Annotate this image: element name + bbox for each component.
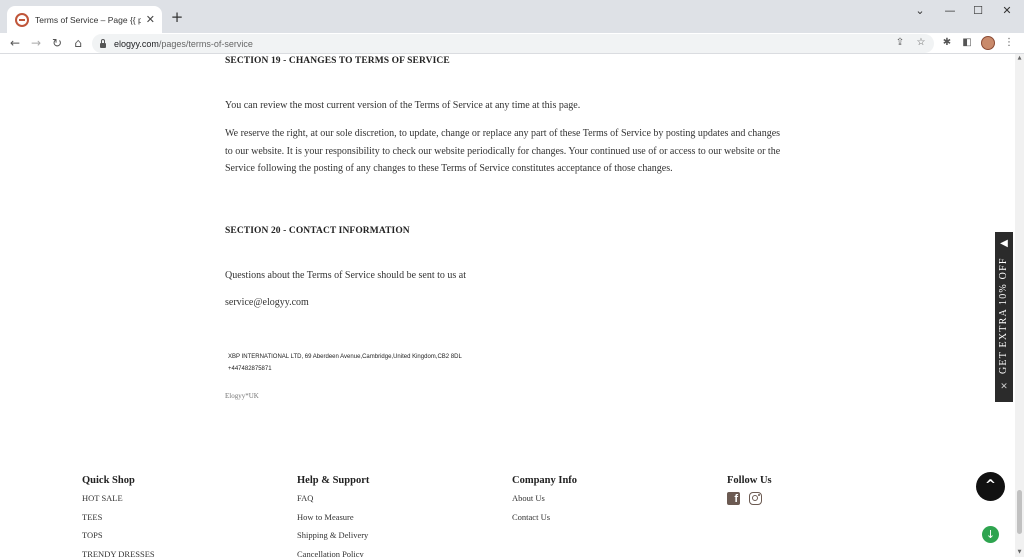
maximize-button[interactable]: ☐ bbox=[967, 3, 989, 19]
company-address: XBP INTERNATIONAL LTD, 69 Aberdeen Avenu… bbox=[228, 354, 462, 360]
section-19-paragraph-2: We reserve the right, at our sole discre… bbox=[225, 128, 781, 174]
promo-label[interactable]: GET EXTRA 10% OFF bbox=[998, 257, 1010, 374]
footer-link-about-us[interactable]: About Us bbox=[512, 490, 577, 508]
url-path: /pages/terms-of-service bbox=[158, 38, 253, 49]
brand-label: Elogyy*UK bbox=[225, 392, 259, 400]
footer-link-tops[interactable]: TOPS bbox=[82, 527, 155, 545]
footer-link-faq[interactable]: FAQ bbox=[297, 490, 369, 508]
back-to-top-button[interactable]: ^ bbox=[976, 472, 1005, 501]
tab-strip: Terms of Service – Page {{ page }} ✕ + ⌄… bbox=[0, 0, 1024, 33]
home-icon[interactable]: ⌂ bbox=[70, 35, 86, 51]
tab-close-icon[interactable]: ✕ bbox=[145, 13, 156, 26]
page-scrollbar[interactable]: ▲ ▼ bbox=[1015, 54, 1024, 557]
footer-quick-shop: Quick Shop HOT SALE TEES TOPS TRENDY DRE… bbox=[82, 473, 155, 557]
browser-toolbar: ← → ↻ ⌂ elogyy.com/pages/terms-of-servic… bbox=[0, 33, 1024, 53]
section-20-paragraph: Questions about the Terms of Service sho… bbox=[225, 270, 467, 281]
lock-icon[interactable] bbox=[100, 38, 106, 48]
tab-search-dropdown-icon[interactable]: ⌄ bbox=[909, 3, 931, 19]
new-tab-button[interactable]: + bbox=[168, 8, 186, 26]
address-bar[interactable]: elogyy.com/pages/terms-of-service ⇪ ☆ bbox=[92, 34, 934, 53]
footer-link-hot-sale[interactable]: HOT SALE bbox=[82, 490, 155, 508]
window-close-button[interactable]: ✕ bbox=[996, 3, 1018, 19]
browser-menu-icon[interactable]: ⋮ bbox=[1001, 35, 1017, 51]
share-icon[interactable]: ⇪ bbox=[892, 35, 908, 51]
section-19-heading: SECTION 19 - CHANGES TO TERMS OF SERVICE bbox=[225, 56, 450, 66]
footer-link-contact-us[interactable]: Contact Us bbox=[512, 509, 577, 527]
extensions-puzzle-icon[interactable]: ✱ bbox=[939, 35, 955, 51]
url-domain: elogyy.com bbox=[114, 38, 159, 49]
company-phone: +447482875871 bbox=[228, 366, 272, 372]
promo-close-icon[interactable]: ✕ bbox=[995, 382, 1013, 392]
toolbar-divider bbox=[0, 53, 1024, 54]
scroll-up-arrow-icon[interactable]: ▲ bbox=[1015, 54, 1024, 63]
facebook-icon[interactable]: f bbox=[727, 492, 740, 505]
url-text: elogyy.com/pages/terms-of-service bbox=[114, 39, 253, 49]
scroll-thumb[interactable] bbox=[1017, 490, 1022, 534]
back-arrow-icon[interactable]: ← bbox=[7, 35, 23, 51]
footer-link-trendy-dresses[interactable]: TRENDY DRESSES bbox=[82, 546, 155, 557]
footer-help-support: Help & Support FAQ How to Measure Shippi… bbox=[297, 473, 369, 557]
reload-icon[interactable]: ↻ bbox=[49, 35, 65, 51]
browser-tab[interactable]: Terms of Service – Page {{ page }} ✕ bbox=[7, 6, 162, 33]
tab-title: Terms of Service – Page {{ page }} bbox=[35, 14, 141, 25]
footer-heading: Help & Support bbox=[297, 475, 370, 486]
footer-link-tees[interactable]: TEES bbox=[82, 509, 155, 527]
bookmark-star-icon[interactable]: ☆ bbox=[913, 35, 929, 51]
footer-link-how-to-measure[interactable]: How to Measure bbox=[297, 509, 369, 527]
site-favicon-icon bbox=[15, 12, 29, 27]
footer-link-cancellation-policy[interactable]: Cancellation Policy bbox=[297, 546, 369, 557]
footer-company-info: Company Info About Us Contact Us bbox=[512, 473, 577, 526]
profile-avatar[interactable] bbox=[981, 36, 995, 50]
side-panel-icon[interactable]: ◧ bbox=[959, 35, 975, 51]
scroll-down-arrow-icon[interactable]: ▼ bbox=[1015, 548, 1024, 557]
social-links: f bbox=[727, 492, 772, 505]
section-19-paragraph-1: You can review the most current version … bbox=[225, 100, 581, 111]
footer-follow-us: Follow Us f bbox=[727, 473, 772, 505]
download-icon[interactable]: ↓ bbox=[982, 526, 999, 543]
forward-arrow-icon[interactable]: → bbox=[28, 35, 44, 51]
footer-heading: Company Info bbox=[512, 475, 578, 486]
instagram-icon[interactable] bbox=[749, 492, 762, 505]
footer-link-shipping-delivery[interactable]: Shipping & Delivery bbox=[297, 527, 369, 545]
footer-heading: Quick Shop bbox=[82, 475, 135, 486]
expand-arrow-icon[interactable]: ◀ bbox=[995, 238, 1013, 249]
footer-heading: Follow Us bbox=[727, 475, 772, 486]
contact-email: service@elogyy.com bbox=[225, 297, 309, 308]
section-20-heading: SECTION 20 - CONTACT INFORMATION bbox=[225, 226, 410, 236]
promo-side-tab[interactable]: ◀ GET EXTRA 10% OFF ✕ bbox=[995, 232, 1013, 402]
minimize-button[interactable]: — bbox=[939, 3, 961, 19]
